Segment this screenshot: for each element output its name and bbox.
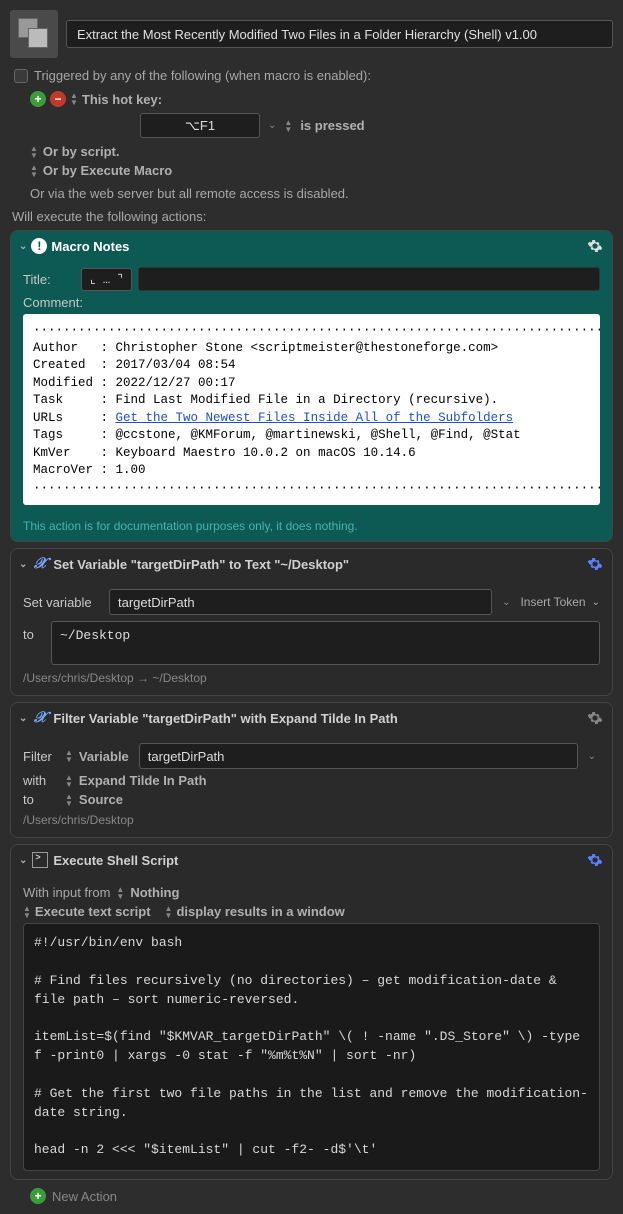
terminal-icon xyxy=(32,852,48,868)
hotkey-field[interactable] xyxy=(140,113,260,138)
title-label: Title: xyxy=(23,272,75,287)
filter-result: /Users/chris/Desktop xyxy=(23,813,600,827)
filter-header-label: Filter Variable "targetDirPath" with Exp… xyxy=(53,711,586,726)
hotkey-state-selector[interactable] xyxy=(284,119,292,133)
or-script-label: Or by script. xyxy=(43,144,120,159)
disclosure-toggle[interactable]: ⌄ xyxy=(19,713,27,724)
filter-variable-name-field[interactable] xyxy=(139,743,578,769)
script-mode-selector[interactable] xyxy=(23,905,31,919)
variable-name-dropdown[interactable]: ⌄ xyxy=(498,597,514,608)
input-from-value: Nothing xyxy=(130,885,179,900)
gear-icon[interactable] xyxy=(586,555,604,573)
variable-icon: 𝒳 xyxy=(34,709,47,727)
shell-script-field[interactable]: #!/usr/bin/env bash # Find files recursi… xyxy=(23,923,600,1171)
to-value-field[interactable] xyxy=(51,621,600,665)
title-token-field[interactable]: ⌞ … ⌝ xyxy=(81,268,132,291)
comment-content: ········································… xyxy=(23,314,600,505)
filter-with-selector[interactable] xyxy=(65,774,73,788)
disclosure-toggle[interactable]: ⌄ xyxy=(19,559,27,570)
trigger-type-selector[interactable] xyxy=(70,92,78,106)
hotkey-state-label: is pressed xyxy=(300,118,364,133)
hotkey-label: This hot key: xyxy=(82,92,162,107)
trigger-enabled-checkbox[interactable] xyxy=(14,69,28,83)
disclosure-toggle[interactable]: ⌄ xyxy=(19,855,27,866)
script-mode-value: Execute text script xyxy=(35,904,151,919)
filter-to-label: to xyxy=(23,792,59,807)
add-trigger-button[interactable]: + xyxy=(30,91,46,107)
variable-name-field[interactable] xyxy=(109,589,492,615)
to-label: to xyxy=(23,621,43,642)
filter-label: Filter xyxy=(23,749,59,764)
variable-icon: 𝒳 xyxy=(34,555,47,573)
output-mode-selector[interactable] xyxy=(165,905,173,919)
setvar-result: /Users/chris/Desktop → ~/Desktop xyxy=(23,671,600,685)
filter-to-value: Source xyxy=(79,792,123,807)
notes-header-label: Macro Notes xyxy=(51,239,586,254)
shell-header-label: Execute Shell Script xyxy=(53,853,586,868)
or-script-selector[interactable] xyxy=(30,145,38,159)
url-link[interactable]: Get the Two Newest Files Inside All of t… xyxy=(116,411,514,425)
filter-variable-dropdown[interactable]: ⌄ xyxy=(584,751,600,762)
macro-icon xyxy=(10,10,58,58)
gear-icon[interactable] xyxy=(586,237,604,255)
trigger-header-label: Triggered by any of the following (when … xyxy=(34,68,371,83)
filter-with-value: Expand Tilde In Path xyxy=(79,773,207,788)
input-from-selector[interactable] xyxy=(116,886,124,900)
filter-to-selector[interactable] xyxy=(65,793,73,807)
execute-header-label: Will execute the following actions: xyxy=(12,209,613,224)
insert-token-menu[interactable]: Insert Token⌄ xyxy=(520,595,600,609)
with-label: with xyxy=(23,773,59,788)
or-web-label: Or via the web server but all remote acc… xyxy=(30,186,613,201)
comment-label: Comment: xyxy=(23,295,83,310)
disclosure-toggle[interactable]: ⌄ xyxy=(19,241,27,252)
setvar-header-label: Set Variable "targetDirPath" to Text "~/… xyxy=(53,557,586,572)
macro-title-field[interactable] xyxy=(66,20,613,48)
add-action-button[interactable]: + xyxy=(30,1188,46,1204)
hotkey-field-dropdown[interactable]: ⌄ xyxy=(268,120,276,131)
gear-icon[interactable] xyxy=(586,851,604,869)
or-execute-macro-selector[interactable] xyxy=(30,164,38,178)
filter-source-selector[interactable] xyxy=(65,749,73,763)
filter-variable-label: Variable xyxy=(79,749,129,764)
input-from-label: With input from xyxy=(23,885,110,900)
info-icon: ! xyxy=(31,238,47,254)
new-action-label: New Action xyxy=(52,1189,117,1204)
or-execute-macro-label: Or by Execute Macro xyxy=(43,163,172,178)
remove-trigger-button[interactable]: − xyxy=(50,91,66,107)
set-variable-label: Set variable xyxy=(23,595,103,610)
gear-icon[interactable] xyxy=(586,709,604,727)
output-mode-value: display results in a window xyxy=(176,904,344,919)
notes-footnote: This action is for documentation purpose… xyxy=(11,513,612,541)
